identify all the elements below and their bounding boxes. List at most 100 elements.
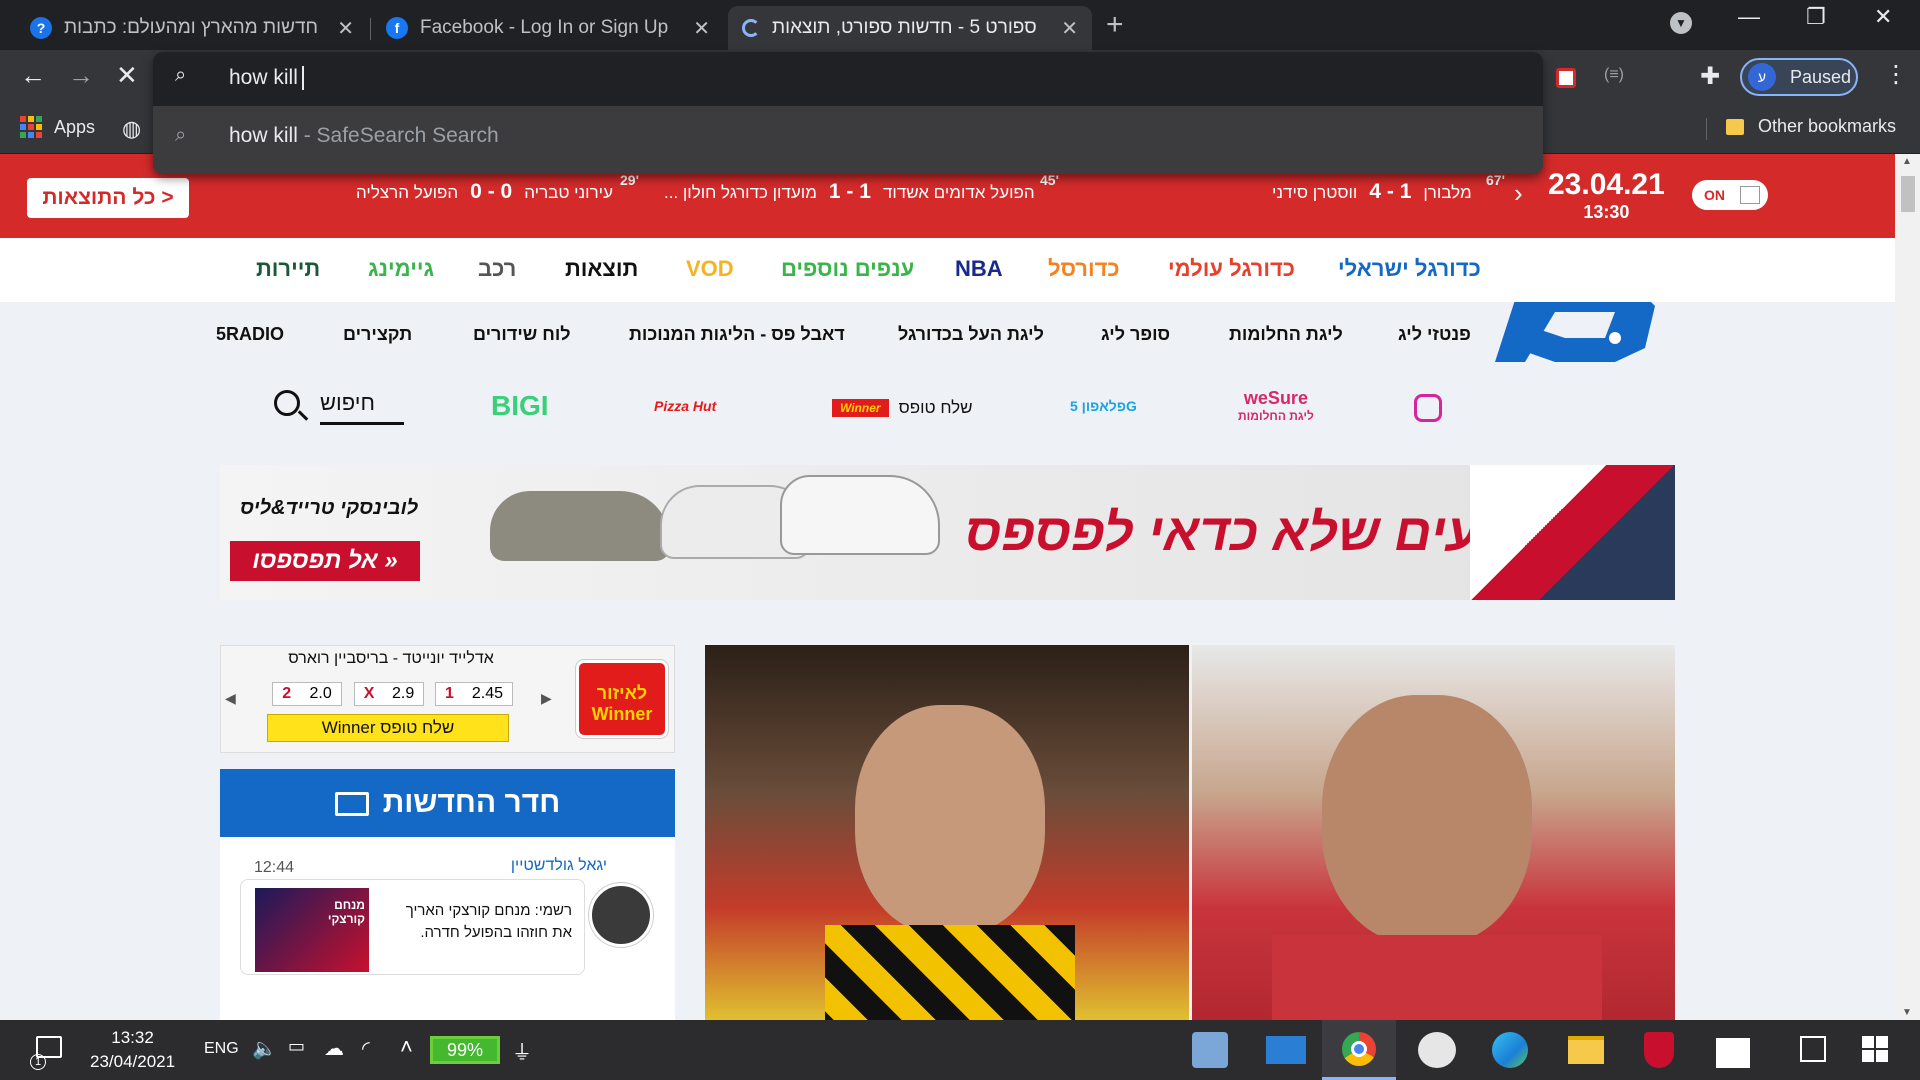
omnibox-suggestion[interactable]: ⌕ how kill - SafeSearch Search [153, 106, 1543, 168]
hero-image-player[interactable] [1192, 645, 1675, 1020]
nav-nba[interactable]: NBA [955, 256, 1003, 282]
chevron-right-icon[interactable]: › [1514, 178, 1523, 209]
nav-results[interactable]: תוצאות [565, 256, 638, 282]
subnav-dream-league[interactable]: ליגת החלומות [1229, 324, 1343, 345]
news-item[interactable]: יגאל גולדשטיין 12:44 רשמי: מנחם קורצקי ה… [220, 837, 675, 1020]
news-author[interactable]: יגאל גולדשטיין [511, 857, 607, 875]
odds-button[interactable]: 1 2.45 [435, 682, 513, 706]
chevron-left-icon[interactable]: ◀ [225, 690, 236, 707]
nav-basketball[interactable]: כדורסל [1048, 256, 1120, 282]
omnibox[interactable]: ⌕ how kill ⌕ how kill - SafeSearch Searc… [153, 52, 1543, 174]
omnibox-input[interactable]: how kill [229, 66, 304, 91]
taskbar-app-mail[interactable] [1266, 1036, 1306, 1064]
taskbar-app-paint[interactable] [1418, 1032, 1456, 1068]
odds-button[interactable]: X 2.9 [354, 682, 424, 706]
extensions-puzzle-icon[interactable]: ✚ [1700, 62, 1720, 91]
nav-world-football[interactable]: כדורגל עולמי [1168, 256, 1295, 282]
bigi-logo[interactable]: BIGI [491, 390, 549, 422]
extension-icon[interactable] [1556, 68, 1576, 88]
nav-tourism[interactable]: תיירות [256, 256, 320, 282]
tab-facebook[interactable]: f Facebook - Log In or Sign Up ✕ [372, 6, 724, 50]
winner-logo[interactable]: לאיזור Winner [576, 660, 668, 738]
subnav-highlights[interactable]: תקצירים [343, 324, 412, 345]
tab-strip: ? חדשות מהארץ ומהעולם: כתבות ו ✕ f Faceb… [0, 0, 1920, 50]
pizzahut-logo[interactable]: Pizza Hut [654, 398, 716, 414]
stop-button[interactable]: ✕ [116, 60, 138, 91]
subnav-radio[interactable]: 5RADIO [216, 324, 284, 345]
hero-image-player[interactable] [705, 645, 1189, 1020]
profile-button[interactable]: ע Paused [1740, 58, 1858, 96]
chevron-right-icon[interactable]: ▶ [541, 690, 552, 707]
wesure-logo[interactable]: weSure ליגת החלומות [1238, 388, 1314, 423]
taskbar-clock[interactable]: 13:32 23/04/2021 [90, 1026, 175, 1074]
minimize-button[interactable]: — [1738, 4, 1760, 30]
nav-gaming[interactable]: גיימינג [368, 256, 434, 282]
odds-button[interactable]: 2 2.0 [272, 682, 342, 706]
tab-separator [370, 18, 371, 40]
back-button[interactable]: ← [20, 60, 46, 91]
pelephone-logo[interactable]: פלאפון 5G [1070, 398, 1137, 414]
search-icon: ⌕ [175, 124, 187, 146]
ad-banner[interactable]: לובינסקי טרייד&ליס אל תפספסו » מבצעים של… [220, 465, 1675, 600]
nav-vod[interactable]: VOD [686, 256, 734, 282]
news-time: 12:44 [254, 859, 295, 876]
broadcast-icon[interactable]: (≡) [1604, 66, 1624, 84]
taskbar-app-mcafee[interactable] [1644, 1032, 1674, 1068]
chevron-down-icon[interactable]: ▼ [1902, 1007, 1912, 1018]
taskbar-app-store[interactable] [1716, 1032, 1750, 1068]
search-field[interactable]: חיפוש [320, 390, 404, 425]
taskbar-app-snipping[interactable] [1192, 1032, 1228, 1068]
subnav-double-pass[interactable]: דאבל פס - הליגות המנוכות [629, 324, 845, 345]
chevron-up-icon[interactable]: ▲ [1902, 156, 1912, 167]
close-icon[interactable]: ✕ [337, 16, 354, 41]
on-toggle[interactable]: ON [1692, 180, 1768, 210]
windows-start-icon[interactable] [1862, 1036, 1888, 1062]
search-icon[interactable] [274, 390, 300, 416]
news-card[interactable]: רשמי: מנחם קורצקי האריך את חוזהו בהפועל … [240, 879, 585, 975]
forward-button[interactable]: → [68, 60, 94, 91]
taskbar-app-edge[interactable] [1492, 1032, 1528, 1068]
globe-icon[interactable]: ◍ [122, 116, 141, 142]
nav-cars[interactable]: רכב [478, 256, 516, 282]
taskbar-app-explorer[interactable] [1568, 1036, 1604, 1064]
battery-indicator[interactable]: 99% [430, 1036, 500, 1064]
page-scrollbar[interactable]: ▲ ▼ [1895, 154, 1920, 1020]
live-game-3[interactable]: עירוני טבריה0 - 0הפועל הרצליה [356, 180, 613, 204]
nav-other-sports[interactable]: ענפים נוספים [781, 256, 914, 282]
volume-icon[interactable]: 🔈 [252, 1036, 277, 1061]
close-window-button[interactable]: ✕ [1874, 4, 1892, 30]
scrollbar-thumb[interactable] [1901, 176, 1915, 212]
menu-icon[interactable]: ⋮ [1884, 60, 1908, 89]
subnav-schedule[interactable]: לוח שידורים [473, 324, 571, 345]
subnav-fantasy[interactable]: פנטזי ליג [1398, 324, 1471, 345]
live-game-2[interactable]: הפועל אדומים אשדוד1 - 1מועדון כדורגל חול… [664, 180, 1035, 204]
chevron-up-icon[interactable]: ˄ [400, 1034, 413, 1060]
nav-israeli-football[interactable]: כדורגל ישראלי [1338, 256, 1481, 282]
close-icon[interactable]: ✕ [1061, 16, 1078, 41]
language-indicator[interactable]: ENG [204, 1040, 239, 1058]
keyboard-icon[interactable]: ▭ [288, 1036, 305, 1057]
bookmark-apps[interactable]: Apps [20, 116, 95, 138]
task-view-icon[interactable] [1800, 1036, 1826, 1062]
winner-send-link[interactable]: Winner שלח טופס [832, 398, 973, 418]
instagram-icon[interactable] [1414, 394, 1442, 422]
new-tab-button[interactable]: + [1106, 8, 1124, 42]
onedrive-icon[interactable]: ☁ [324, 1036, 344, 1061]
tab-sport5[interactable]: ספורט 5 - חדשות ספורט, תוצאות ✕ [728, 6, 1092, 50]
winner-send-button[interactable]: שלח טופס Winner [267, 714, 509, 742]
live-game-1[interactable]: מלבורן1 - 4ווסטרן סידני [1272, 180, 1472, 204]
omnibox-input-row[interactable]: ⌕ how kill [153, 52, 1543, 106]
tab-news[interactable]: ? חדשות מהארץ ומהעולם: כתבות ו ✕ [16, 6, 368, 50]
taskbar-app-chrome[interactable] [1322, 1020, 1396, 1080]
maximize-button[interactable]: ❐ [1806, 4, 1826, 30]
wifi-icon[interactable]: ◜ [362, 1036, 370, 1061]
newsroom-header[interactable]: חדר החדשות [220, 769, 675, 837]
all-results-button[interactable]: כל התוצאות > [27, 178, 189, 218]
tab-search-icon[interactable]: ▼ [1670, 12, 1692, 34]
subnav-super-league[interactable]: סופר ליג [1101, 324, 1170, 345]
banner-presenter-image [1470, 465, 1675, 600]
subnav-premier-league[interactable]: ליגת העל בכדורגל [898, 324, 1044, 345]
close-icon[interactable]: ✕ [693, 16, 710, 41]
bookmark-separator [1706, 118, 1707, 140]
bookmark-other[interactable]: Other bookmarks [1726, 116, 1896, 137]
